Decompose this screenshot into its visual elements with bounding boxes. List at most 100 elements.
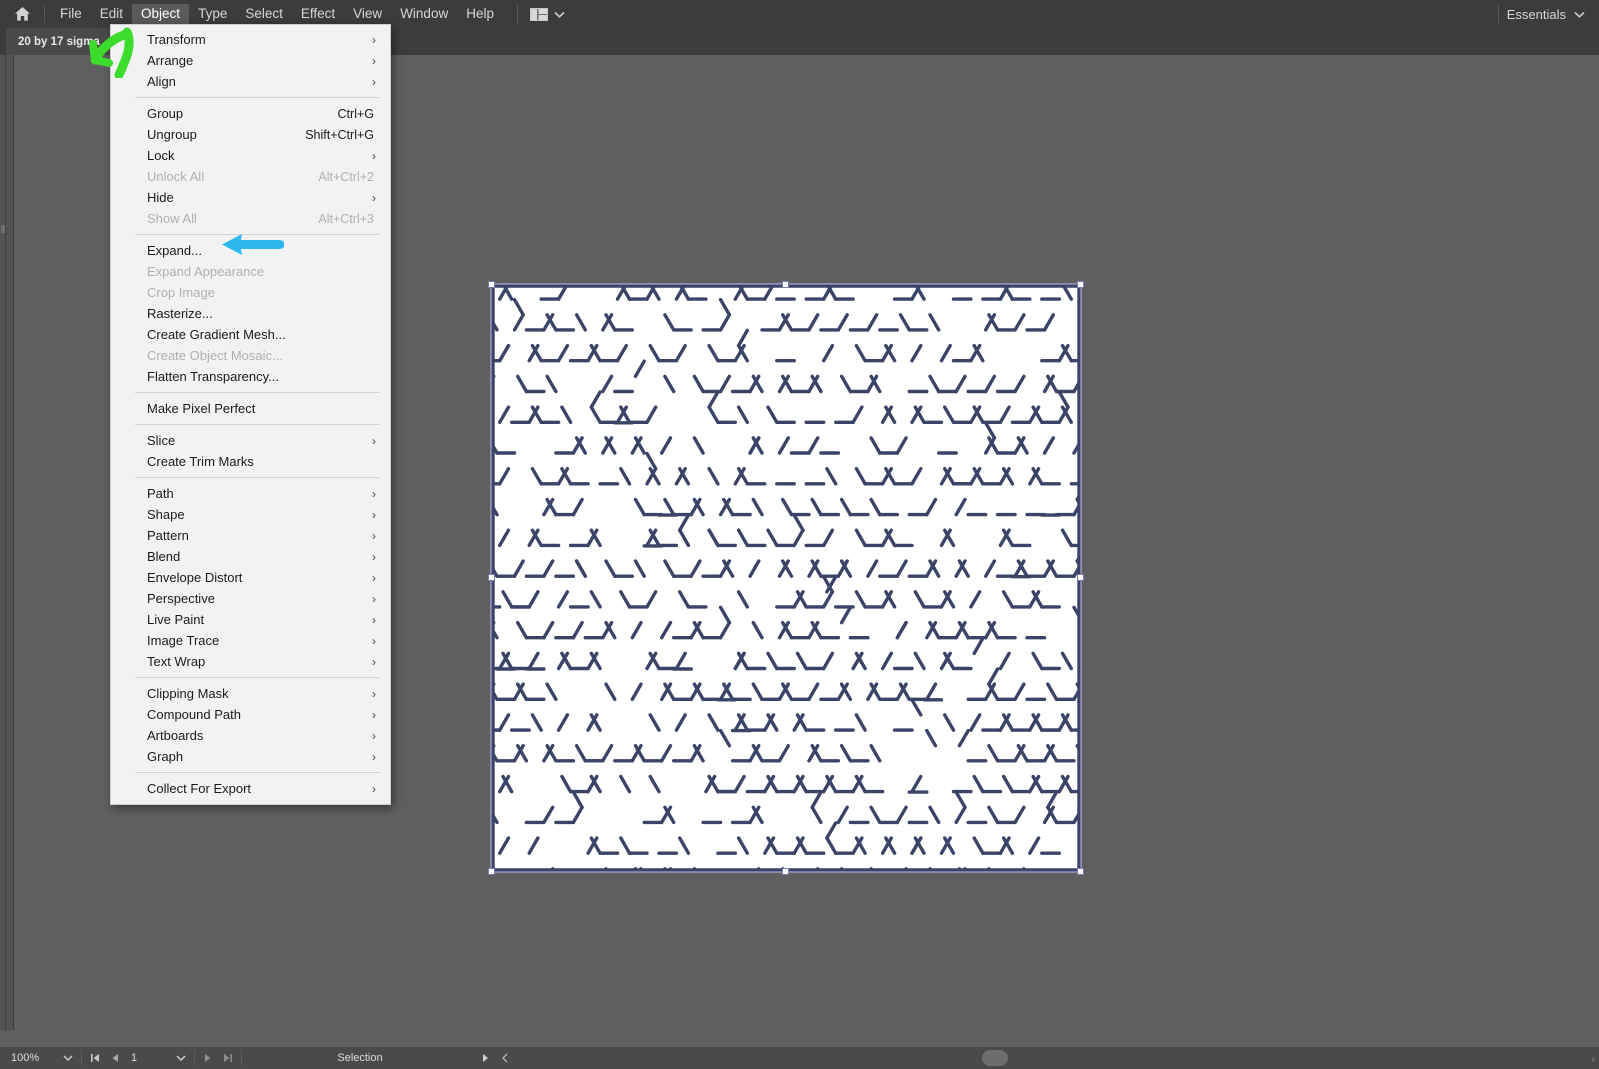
menu-item-expand[interactable]: Expand... xyxy=(111,240,390,261)
arrange-documents-icon xyxy=(529,7,548,21)
menu-item-transform[interactable]: Transform › xyxy=(111,29,390,50)
menu-item-perspective[interactable]: Perspective › xyxy=(111,588,390,609)
horizontal-scrollbar-thumb[interactable] xyxy=(982,1050,1008,1066)
document-tab-label: 20 by 17 sigma xyxy=(18,35,100,48)
menu-item-label: Create Gradient Mesh... xyxy=(147,327,286,342)
menu-item-label: Ungroup xyxy=(147,127,197,142)
menu-item-arrange[interactable]: Arrange › xyxy=(111,50,390,71)
menu-item-compound-path[interactable]: Compound Path › xyxy=(111,704,390,725)
zoom-dropdown-button[interactable] xyxy=(58,1047,78,1069)
status-divider-3 xyxy=(241,1050,242,1066)
menu-help[interactable]: Help xyxy=(457,4,503,24)
selection-handle-bottom-right[interactable] xyxy=(1077,868,1084,875)
menu-item-rasterize[interactable]: Rasterize... xyxy=(111,303,390,324)
chevron-right-icon: › xyxy=(372,507,376,522)
status-divider-1 xyxy=(81,1050,82,1066)
selection-handle-middle-right[interactable] xyxy=(1077,574,1084,581)
status-spacer xyxy=(0,1030,1599,1047)
menu-item-lock[interactable]: Lock › xyxy=(111,145,390,166)
menu-item-create-gradient-mesh[interactable]: Create Gradient Mesh... xyxy=(111,324,390,345)
chevron-right-icon: › xyxy=(372,549,376,564)
selection-handle-top-center[interactable] xyxy=(782,281,789,288)
menu-item-label: Pattern xyxy=(147,528,189,543)
menu-separator xyxy=(135,392,380,393)
artboard-hex-maze[interactable] xyxy=(491,284,1081,872)
menu-object[interactable]: Object xyxy=(132,4,190,24)
document-tab[interactable]: 20 by 17 sigma xyxy=(6,28,112,55)
menu-item-label: Expand Appearance xyxy=(147,264,265,279)
selection-handle-top-right[interactable] xyxy=(1077,281,1084,288)
menu-item-artboards[interactable]: Artboards › xyxy=(111,725,390,746)
prev-page-button[interactable] xyxy=(105,1047,125,1069)
menu-item-label: Align xyxy=(147,74,176,89)
first-page-button[interactable] xyxy=(85,1047,105,1069)
menu-separator xyxy=(135,424,380,425)
zoom-level-field[interactable]: 100% xyxy=(0,1047,58,1069)
chevron-down-icon[interactable] xyxy=(1574,11,1585,18)
menu-view[interactable]: View xyxy=(344,4,391,24)
left-panel-strip[interactable] xyxy=(0,55,14,1030)
next-page-button[interactable] xyxy=(198,1047,218,1069)
menu-item-slice[interactable]: Slice › xyxy=(111,430,390,451)
menu-effect[interactable]: Effect xyxy=(292,4,344,24)
menu-item-blend[interactable]: Blend › xyxy=(111,546,390,567)
last-page-button[interactable] xyxy=(218,1047,238,1069)
menu-window[interactable]: Window xyxy=(391,4,457,24)
menu-item-label: Blend xyxy=(147,549,181,564)
menu-item-collect-for-export[interactable]: Collect For Export › xyxy=(111,778,390,799)
panel-collapse-handle[interactable] xyxy=(1,225,5,233)
status-divider-2 xyxy=(194,1050,195,1066)
page-dropdown-button[interactable] xyxy=(171,1047,191,1069)
menu-item-make-pixel-perfect[interactable]: Make Pixel Perfect xyxy=(111,398,390,419)
status-bar: 100% 1 Selection › xyxy=(0,1047,1599,1069)
page-number-value: 1 xyxy=(131,1052,138,1064)
menu-item-show-all: Show All Alt+Ctrl+3 xyxy=(111,208,390,229)
prev-page-icon xyxy=(112,1054,118,1062)
menu-file[interactable]: File xyxy=(51,4,91,24)
menu-item-envelope-distort[interactable]: Envelope Distort › xyxy=(111,567,390,588)
menu-item-label: Text Wrap xyxy=(147,654,206,669)
selection-handle-bottom-center[interactable] xyxy=(782,868,789,875)
menu-item-label: Graph xyxy=(147,749,184,764)
workspace-switcher[interactable]: Essentials xyxy=(1486,0,1599,28)
menu-item-label: Rasterize... xyxy=(147,306,213,321)
menu-item-label: Expand... xyxy=(147,243,202,258)
menu-item-create-trim-marks[interactable]: Create Trim Marks xyxy=(111,451,390,472)
selection-handle-middle-left[interactable] xyxy=(488,574,495,581)
menu-item-align[interactable]: Align › xyxy=(111,71,390,92)
menu-item-label: Lock xyxy=(147,148,175,163)
arrange-documents-button[interactable] xyxy=(516,4,565,24)
menu-item-shortcut: Alt+Ctrl+2 xyxy=(318,169,374,184)
selection-handle-bottom-left[interactable] xyxy=(488,868,495,875)
menu-item-shape[interactable]: Shape › xyxy=(111,504,390,525)
menu-item-clipping-mask[interactable]: Clipping Mask › xyxy=(111,683,390,704)
menu-item-label: Flatten Transparency... xyxy=(147,369,279,384)
zoom-level-value: 100% xyxy=(11,1052,40,1064)
menu-item-pattern[interactable]: Pattern › xyxy=(111,525,390,546)
menu-item-image-trace[interactable]: Image Trace › xyxy=(111,630,390,651)
chevron-right-icon: › xyxy=(372,53,376,68)
menu-edit[interactable]: Edit xyxy=(91,4,132,24)
page-number-field[interactable]: 1 xyxy=(125,1047,171,1069)
selection-handle-top-left[interactable] xyxy=(488,281,495,288)
home-icon[interactable] xyxy=(0,0,44,28)
chevron-right-icon: › xyxy=(372,32,376,47)
object-menu-dropdown[interactable]: Transform › Arrange › Align › Group Ctrl+G Ungro… xyxy=(110,24,391,805)
menu-item-label: Image Trace xyxy=(147,633,220,648)
menu-item-label: Envelope Distort xyxy=(147,570,243,585)
horizontal-scrollbar[interactable] xyxy=(432,1047,1599,1069)
menu-item-live-paint[interactable]: Live Paint › xyxy=(111,609,390,630)
menu-item-label: Show All xyxy=(147,211,197,226)
menu-item-ungroup[interactable]: Ungroup Shift+Ctrl+G xyxy=(111,124,390,145)
menu-item-flatten-transparency[interactable]: Flatten Transparency... xyxy=(111,366,390,387)
menu-item-text-wrap[interactable]: Text Wrap › xyxy=(111,651,390,672)
menu-type[interactable]: Type xyxy=(189,4,236,24)
resize-grip-icon[interactable]: › xyxy=(1592,1054,1595,1065)
menu-item-hide[interactable]: Hide › xyxy=(111,187,390,208)
menu-item-graph[interactable]: Graph › xyxy=(111,746,390,767)
current-tool-label: Selection xyxy=(337,1052,383,1064)
menu-select[interactable]: Select xyxy=(236,4,292,24)
menu-separator xyxy=(135,677,380,678)
menu-item-path[interactable]: Path › xyxy=(111,483,390,504)
menu-item-group[interactable]: Group Ctrl+G xyxy=(111,103,390,124)
